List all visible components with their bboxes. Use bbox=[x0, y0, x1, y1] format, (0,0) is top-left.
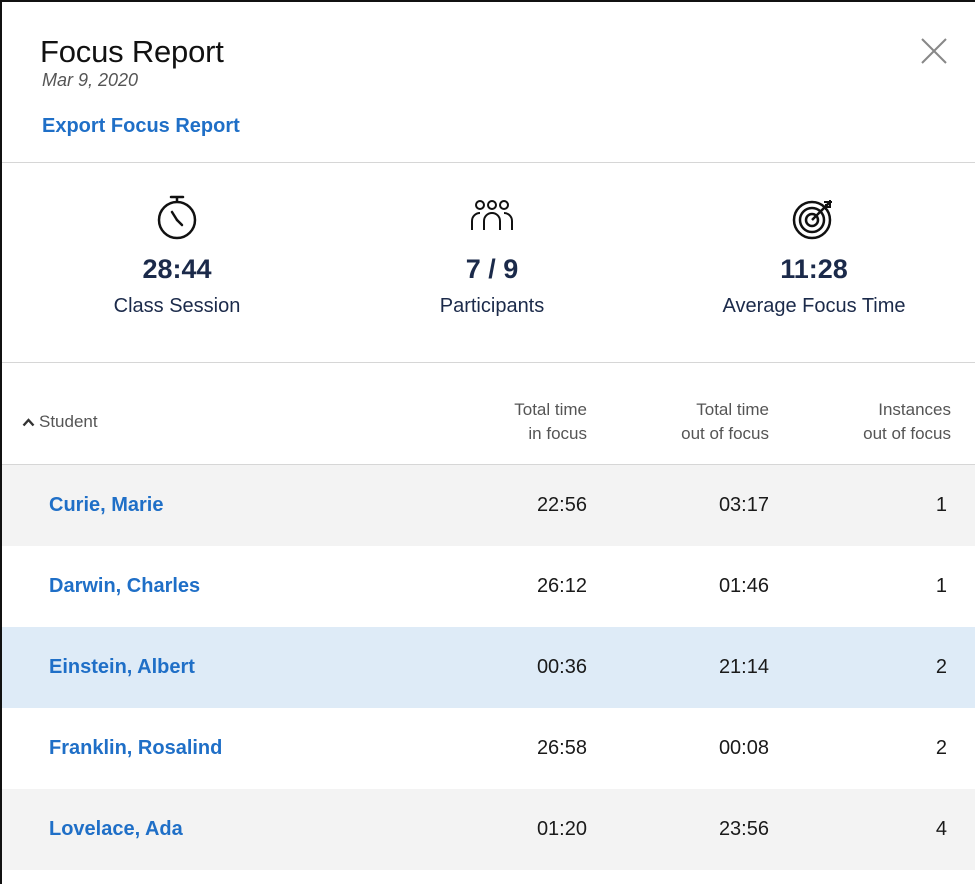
instances-out-of-focus: 2 bbox=[935, 737, 947, 759]
stat-label: Average Focus Time bbox=[722, 295, 906, 317]
stat-label: Participants bbox=[439, 295, 545, 317]
column-label-line: Total time bbox=[696, 400, 769, 419]
student-name-link[interactable]: Lovelace, Ada bbox=[49, 789, 183, 870]
summary-stats: 28:44 Class Session 7 / 9 Participants 1… bbox=[2, 164, 975, 363]
column-label-line: Instances bbox=[878, 400, 951, 419]
page-title: Focus Report bbox=[40, 34, 224, 69]
time-in-focus: 01:20 bbox=[536, 818, 587, 840]
table-row[interactable]: Franklin, Rosalind 26:58 00:08 2 bbox=[2, 708, 975, 789]
stat-value: 11:28 bbox=[780, 254, 848, 284]
instances-out-of-focus: 1 bbox=[935, 494, 947, 516]
student-column-label: Student bbox=[39, 412, 98, 431]
stat-average-focus-time: 11:28 Average Focus Time bbox=[664, 164, 964, 363]
time-out-of-focus: 03:17 bbox=[718, 494, 769, 516]
table-row[interactable]: Einstein, Albert 00:36 21:14 2 bbox=[2, 627, 975, 708]
student-name-link[interactable]: Einstein, Albert bbox=[49, 627, 195, 708]
focus-report-panel: Focus Report Mar 9, 2020 Export Focus Re… bbox=[0, 0, 975, 884]
stat-value: 7 / 9 bbox=[465, 254, 519, 284]
out-of-focus-column-header[interactable]: Total time out of focus bbox=[681, 398, 769, 446]
student-name-link[interactable]: Darwin, Charles bbox=[49, 546, 200, 627]
report-header: Focus Report Mar 9, 2020 Export Focus Re… bbox=[2, 2, 975, 163]
instances-out-of-focus: 4 bbox=[935, 818, 947, 840]
time-out-of-focus: 00:08 bbox=[718, 737, 769, 759]
table-row[interactable]: Lovelace, Ada 01:20 23:56 4 bbox=[2, 789, 975, 870]
participants-icon bbox=[471, 200, 513, 230]
time-in-focus: 26:58 bbox=[536, 737, 587, 759]
chevron-up-icon bbox=[22, 418, 35, 427]
stat-label: Class Session bbox=[113, 295, 241, 317]
table-row[interactable]: Curie, Marie 22:56 03:17 1 bbox=[2, 465, 975, 546]
instances-out-of-focus: 2 bbox=[935, 656, 947, 678]
student-column-header[interactable]: Student bbox=[22, 410, 98, 434]
time-out-of-focus: 23:56 bbox=[718, 818, 769, 840]
instances-out-of-focus: 1 bbox=[935, 575, 947, 597]
student-table-body: Curie, Marie 22:56 03:17 1 Darwin, Charl… bbox=[2, 465, 975, 870]
stat-value: 28:44 bbox=[142, 254, 212, 284]
stopwatch-icon bbox=[157, 195, 197, 240]
time-in-focus: 26:12 bbox=[536, 575, 587, 597]
time-out-of-focus: 21:14 bbox=[718, 656, 769, 678]
stat-participants: 7 / 9 Participants bbox=[342, 164, 642, 363]
student-name-link[interactable]: Franklin, Rosalind bbox=[49, 708, 222, 789]
export-focus-report-link[interactable]: Export Focus Report bbox=[42, 115, 240, 138]
in-focus-column-header[interactable]: Total time in focus bbox=[514, 398, 587, 446]
time-out-of-focus: 01:46 bbox=[718, 575, 769, 597]
table-row[interactable]: Darwin, Charles 26:12 01:46 1 bbox=[2, 546, 975, 627]
column-label-line: Total time bbox=[514, 400, 587, 419]
student-name-link[interactable]: Curie, Marie bbox=[49, 465, 163, 546]
time-in-focus: 00:36 bbox=[536, 656, 587, 678]
report-date: Mar 9, 2020 bbox=[42, 70, 139, 90]
column-label-line: in focus bbox=[528, 424, 587, 443]
table-header: Student Total time in focus Total time o… bbox=[2, 364, 975, 465]
column-label-line: out of focus bbox=[681, 424, 769, 443]
close-icon[interactable] bbox=[919, 36, 949, 66]
time-in-focus: 22:56 bbox=[536, 494, 587, 516]
column-label-line: out of focus bbox=[863, 424, 951, 443]
stat-class-session: 28:44 Class Session bbox=[27, 164, 327, 363]
target-icon bbox=[792, 200, 832, 240]
instances-column-header[interactable]: Instances out of focus bbox=[863, 398, 951, 446]
